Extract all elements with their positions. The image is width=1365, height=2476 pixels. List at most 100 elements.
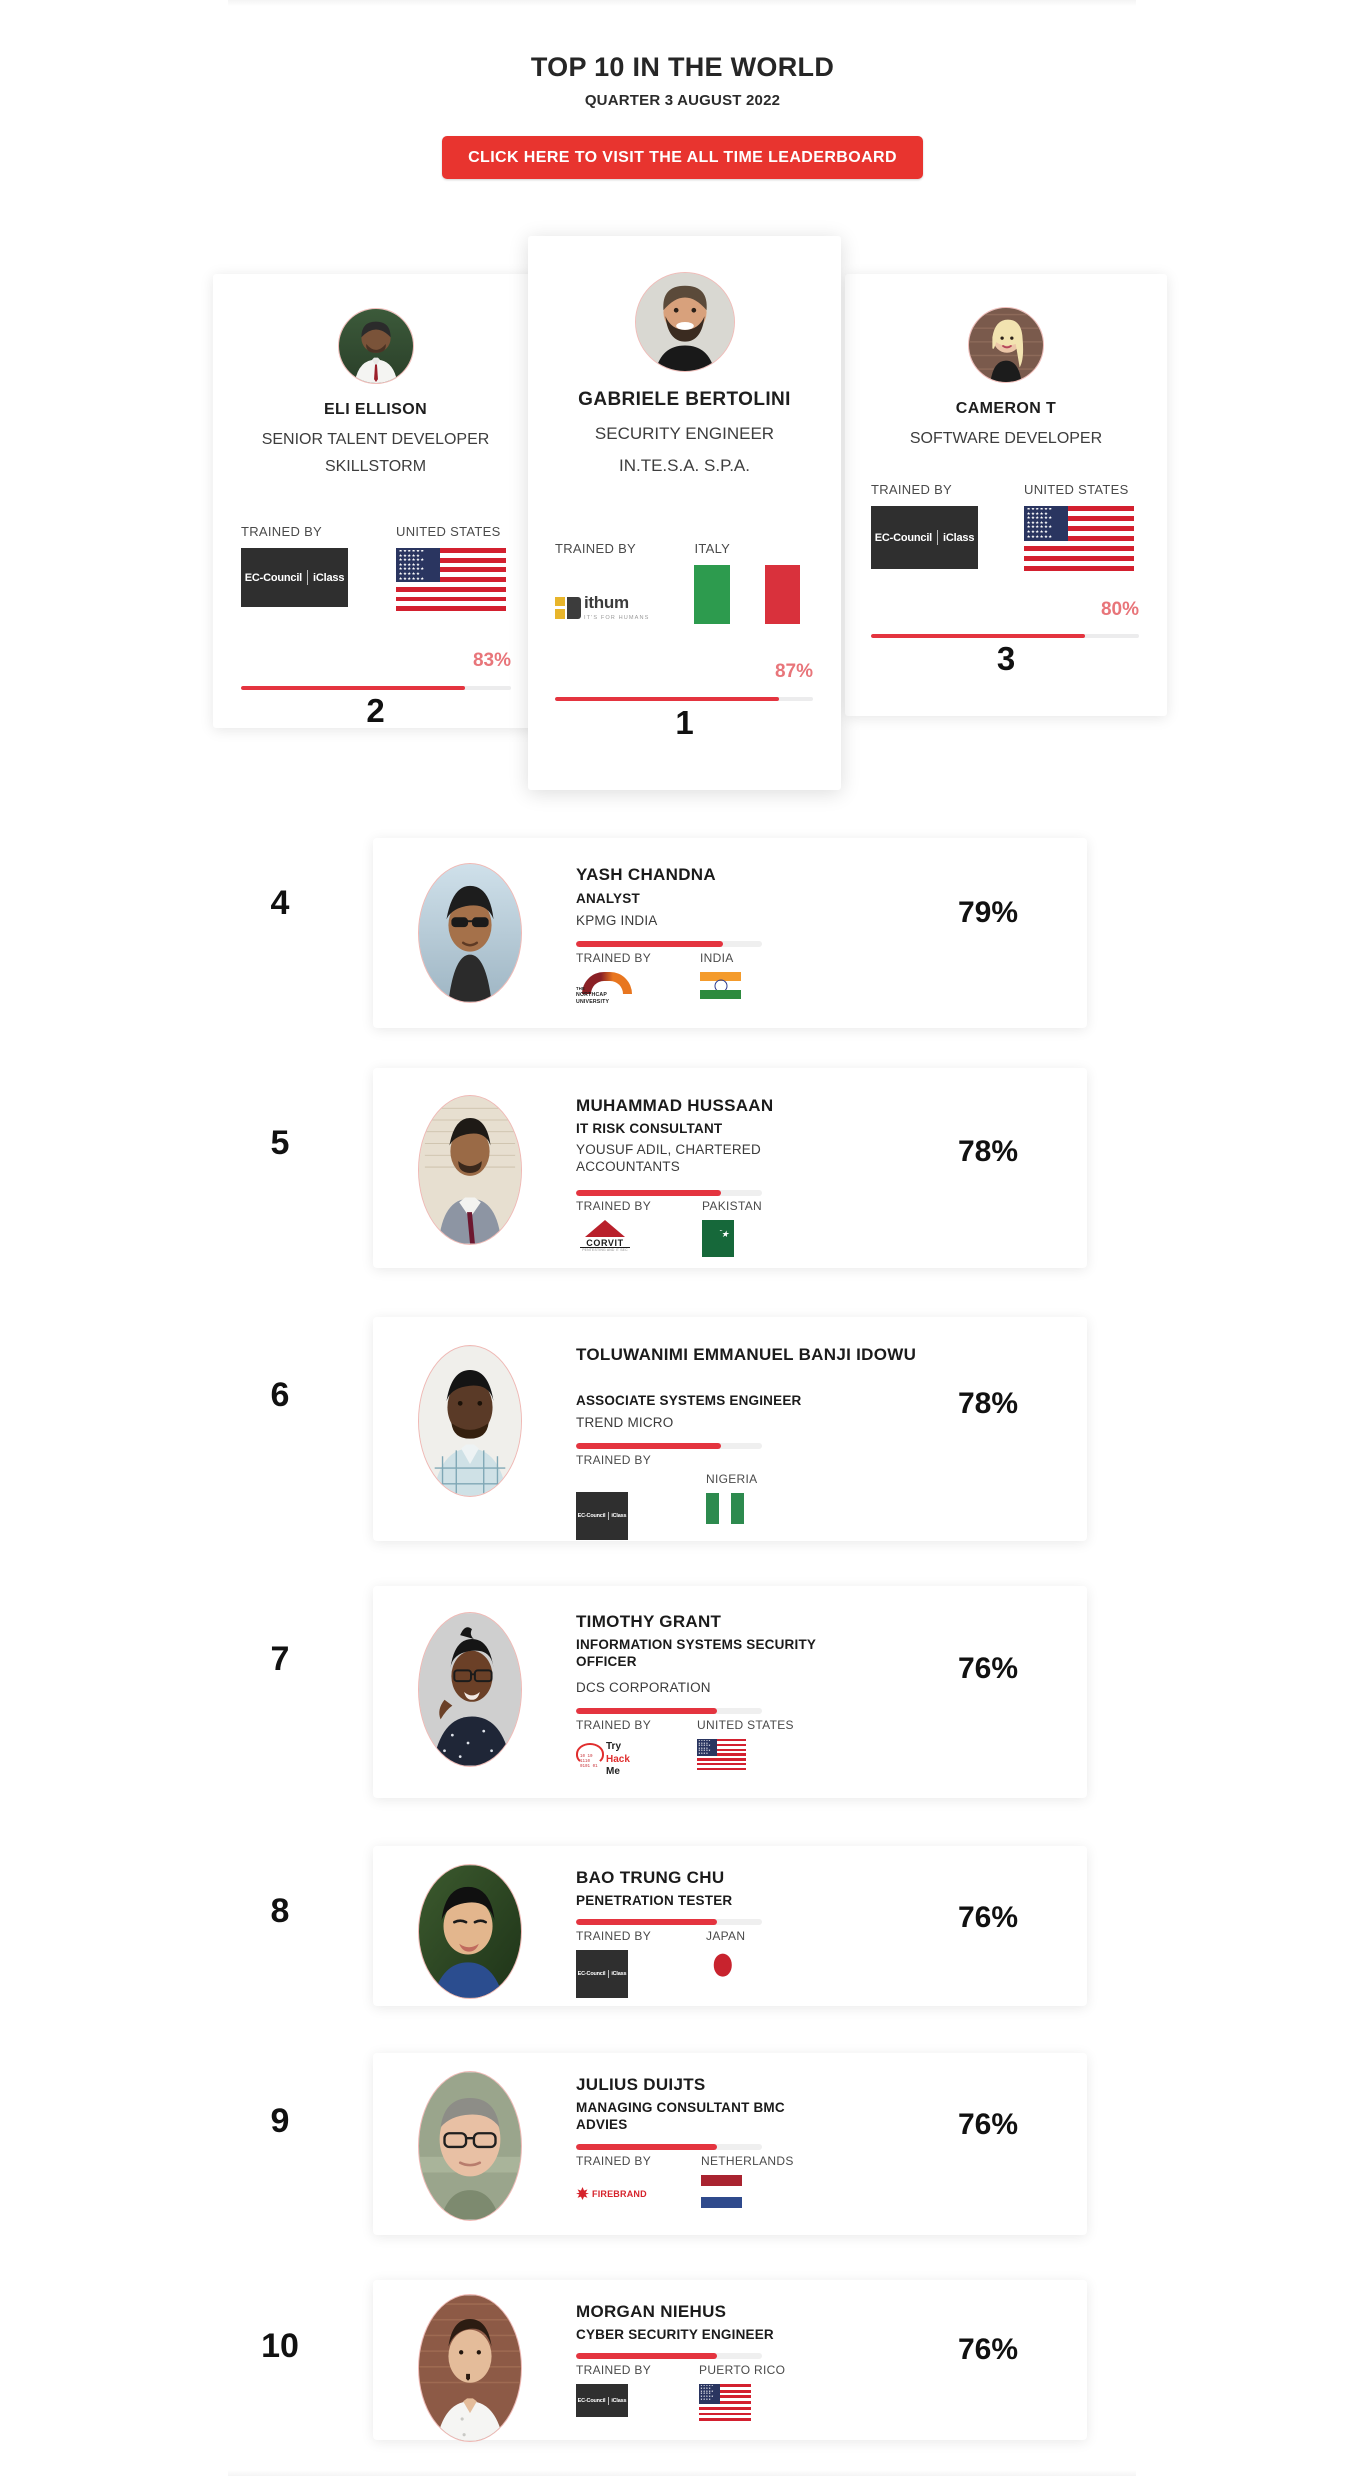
avatar: [634, 272, 735, 372]
eccouncil-iclass-logo: EC-Council iClass: [871, 506, 978, 569]
competitor-org: KPMG INDIA: [576, 913, 658, 928]
eccouncil-text: EC-Council: [874, 531, 933, 544]
country-label: UNITED STATES: [396, 524, 501, 539]
score-progress-bar: [576, 1443, 762, 1449]
trained-by-col: TRAINED BY EC-Council iClass: [576, 1929, 651, 1998]
podium-card-rank-2[interactable]: ELI ELLISON SENIOR TALENT DEVELOPER SKIL…: [213, 274, 538, 729]
trained-by-col: TRAINED BY EC-Council iClass: [241, 524, 348, 611]
score-progress-bar: [576, 2353, 762, 2359]
flag-us-icon: ★★★★★ ★★★★ ★★★★★ ★★★★ ★★★★★ ★★★★: [697, 1739, 747, 1770]
credentials-row: TRAINED BY CORVIT PENTESTING AND IT SEC …: [576, 1199, 762, 1257]
rank-number: 8: [270, 1892, 290, 1930]
leaderboard-page: TOP 10 IN THE WORLD QUARTER 3 AUGUST 202…: [0, 0, 1365, 2476]
competitor-org: YOUSUF ADIL, CHARTERED ACCOUNTANTS: [576, 1142, 761, 1174]
score-progress-bar: [576, 2144, 762, 2150]
rank-number: 2: [366, 692, 385, 729]
iclass-text: iClass: [611, 1513, 627, 1519]
logo-divider: [937, 530, 939, 545]
country-label: PAKISTAN: [702, 1199, 762, 1213]
trained-by-col: TRAINED BY EC-Council iClass: [871, 482, 978, 571]
trained-by-col: TRAINED BY CORVIT PENTESTING AND IT SEC: [576, 1199, 651, 1257]
trained-by-label: TRAINED BY: [241, 524, 323, 539]
rank-number: 1: [675, 704, 694, 741]
country-label: NIGERIA: [706, 1472, 758, 1486]
country-col: NETHERLANDS: [701, 2154, 794, 2208]
country-col: UNITED STATES ★★★★★★★★★★★★★★★★★★★★★★★★★★…: [1024, 482, 1134, 571]
flag-nigeria-icon: [706, 1493, 745, 1524]
competitor-name: JULIUS DUIJTS: [576, 2075, 706, 2094]
credentials-row: TRAINED BY EC-Council iClass UNITED STAT…: [871, 482, 1134, 571]
flag-stars: ★★★★★★ ★★★★★ ★★★★★★ ★★★★★ ★★★★★★ ★★★★★ ★★★★★★: [398, 550, 425, 580]
competitor-role: SENIOR TALENT DEVELOPER: [261, 431, 490, 448]
competitor-card[interactable]: TIMOTHY GRANT INFORMATION SYSTEMS SECURI…: [373, 1586, 1087, 1798]
competitor-card[interactable]: YASH CHANDNA ANALYST KPMG INDIA TRAINED …: [373, 838, 1087, 1028]
country-label: INDIA: [700, 951, 734, 965]
avatar: [968, 307, 1044, 383]
score-percent: 76%: [957, 2333, 1019, 2366]
trained-by-label: TRAINED BY: [576, 2363, 652, 2377]
avatar: [418, 1345, 522, 1497]
competitor-role: SOFTWARE DEVELOPER: [909, 430, 1103, 447]
trained-by-col: TRAINED BY THE NORTHCAP UNIVERSITY: [576, 951, 651, 1010]
competitor-card[interactable]: TOLUWANIMI EMMANUEL BANJI IDOWU ASSOCIAT…: [373, 1317, 1087, 1541]
competitor-card[interactable]: MORGAN NIEHUS CYBER SECURITY ENGINEER TR…: [373, 2280, 1087, 2442]
podium-card-rank-3[interactable]: CAMERON T SOFTWARE DEVELOPER TRAINED BY …: [845, 274, 1167, 716]
avatar: [418, 1864, 522, 1999]
competitor-role: ASSOCIATE SYSTEMS ENGINEER: [576, 1393, 802, 1408]
northcap-wordmark: THE NORTHCAP UNIVERSITY: [576, 986, 610, 1005]
rank-number: 10: [261, 2327, 299, 2365]
competitor-org: IN.TE.S.A. S.P.A.: [618, 456, 750, 475]
avatar-photo: [969, 308, 1043, 382]
corvit-logo: CORVIT PENTESTING AND IT SEC: [576, 1220, 634, 1256]
northcap-university-logo: THE NORTHCAP UNIVERSITY: [576, 972, 638, 1010]
star-icon: ★: [720, 1229, 729, 1240]
iclass-text: iClass: [943, 531, 975, 544]
score-percent: 80%: [1100, 599, 1139, 620]
competitor-name: TIMOTHY GRANT: [576, 1612, 722, 1631]
competitor-name: GABRIELE BERTOLINI: [578, 389, 791, 410]
score-progress-fill: [576, 2144, 718, 2150]
trained-by-label: TRAINED BY: [576, 1929, 652, 1943]
competitor-role: MANAGING CONSULTANT BMC ADVIES: [576, 2100, 785, 2132]
rank-number: 9: [270, 2102, 290, 2140]
score-progress-fill: [576, 1190, 722, 1196]
country-col: INDIA: [700, 951, 742, 1010]
rank-number: 3: [996, 640, 1016, 677]
podium-section: ELI ELLISON SENIOR TALENT DEVELOPER SKIL…: [0, 0, 1365, 800]
firebrand-mark-icon: [576, 2187, 589, 2200]
country-col: PUERTO RICO ★★★★★ ★★★★ ★★★★★ ★★★★ ★★★★★ ★★★★: [699, 2363, 785, 2421]
trained-by-label: TRAINED BY: [576, 1453, 652, 1467]
competitor-card[interactable]: JULIUS DUIJTS MANAGING CONSULTANT BMC AD…: [373, 2053, 1087, 2235]
country-col: UNITED STATES ★★★★★★★★★★★★★★★★★★★★★★★★★★…: [396, 524, 506, 611]
podium-card-rank-1[interactable]: GABRIELE BERTOLINI SECURITY ENGINEER IN.…: [528, 236, 841, 790]
trained-by-col: TRAINED BY EC-Council iClass: [576, 1453, 651, 1540]
score-progress-bar: [241, 686, 511, 690]
avatar-photo: [419, 1346, 521, 1496]
score-progress-fill: [576, 941, 723, 947]
competitor-name-line1: TOLUWANIMI EMMANUEL BANJI IDOWU: [576, 1345, 917, 1364]
score-percent: 76%: [957, 1901, 1019, 1934]
competitor-name: YASH CHANDNA: [576, 865, 716, 884]
flag-india-icon: [700, 972, 742, 999]
country-col: NIGERIA: [706, 1472, 757, 1524]
country-col: PAKISTAN ★: [702, 1199, 762, 1257]
score-progress-bar: [555, 697, 813, 701]
country-col: JAPAN: [706, 1929, 745, 1998]
score-progress-fill: [871, 634, 1086, 638]
corvit-subtext: PENTESTING AND IT SEC: [582, 1248, 628, 1252]
score-progress-fill: [576, 1919, 718, 1925]
competitor-card[interactable]: MUHAMMAD HUSSAAN IT RISK CONSULTANT YOUS…: [373, 1068, 1087, 1268]
credentials-row: TRAINED BY FIREBRAND NETHERLANDS: [576, 2154, 794, 2208]
score-progress-bar: [871, 634, 1139, 638]
credentials-row: TRAINED BY EC-Council iClass PUERTO RICO: [576, 2363, 785, 2421]
eccouncil-text: EC-Council: [577, 2397, 606, 2404]
logo-divider: [607, 1970, 609, 1978]
credentials-row: TRAINED BY ithum IT'S FOR HUMANS ITALY: [555, 541, 801, 624]
flag-pakistan-icon: ★: [702, 1220, 735, 1257]
competitor-card[interactable]: BAO TRUNG CHU PENETRATION TESTER TRAINED…: [373, 1846, 1087, 2006]
avatar: [418, 863, 522, 1003]
competitor-role: INFORMATION SYSTEMS SECURITY OFFICER: [576, 1637, 816, 1669]
competitor-name: MUHAMMAD HUSSAAN: [576, 1096, 774, 1115]
country-label: JAPAN: [706, 1929, 746, 1943]
trained-by-label: TRAINED BY: [576, 951, 652, 965]
